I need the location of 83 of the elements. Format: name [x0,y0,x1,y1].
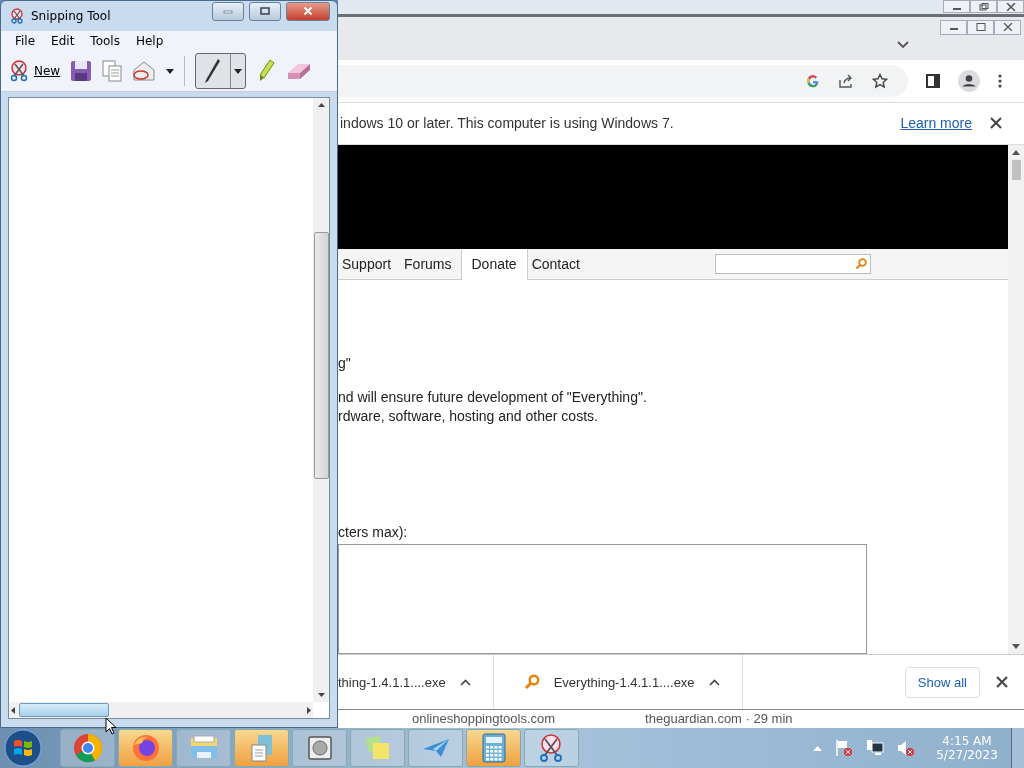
maximize-button[interactable] [249,1,281,21]
maximize-icon [975,23,986,32]
maximize-icon [260,7,270,15]
menu-item[interactable]: File [7,34,44,48]
taskbar-app[interactable] [176,729,231,767]
menu-icon[interactable] [998,73,1002,88]
message-field[interactable] [338,544,867,655]
save-icon[interactable] [70,60,93,82]
search-icon[interactable] [855,257,867,270]
field-label: cters max): [338,524,409,541]
close-icon[interactable] [990,117,1002,130]
scroll-up-icon[interactable] [317,103,325,107]
eraser-icon[interactable] [286,61,313,81]
dropdown-caret-icon[interactable] [166,68,175,74]
infobar-message: indows 10 or later. This computer is using Windows 7. [339,115,674,132]
search-field[interactable] [715,253,871,274]
download-item[interactable]: Everything-1.4.1.1....exe [509,655,743,709]
taskbar-app[interactable] [118,729,173,767]
scroll-right-icon[interactable] [307,706,311,714]
minimize-button[interactable] [212,1,244,21]
close-icon [303,7,313,15]
star-icon[interactable] [872,72,888,89]
network-icon[interactable] [866,739,884,757]
heading-text: g" [338,355,352,374]
dropdown-caret-icon[interactable] [234,68,243,74]
minimize-icon [223,8,233,14]
pen-button[interactable] [195,53,247,89]
window-title: Snipping Tool [31,9,111,23]
nav-tab[interactable]: Contact [527,248,589,280]
start-button[interactable] [4,729,42,767]
google-icon[interactable] [806,73,820,88]
taskbar-app[interactable] [60,729,115,767]
close-button[interactable] [997,0,1024,13]
close-button[interactable] [286,1,330,21]
nav-tab[interactable]: Forums [400,248,461,280]
body-text: rdware, software, hosting and other costs. [338,407,599,427]
scroll-down-icon[interactable] [317,693,325,697]
profile-icon[interactable] [958,69,980,92]
taskbar-app[interactable] [524,729,579,767]
show-all-button[interactable]: Show all [904,666,980,698]
minimize-button[interactable] [940,20,967,35]
close-icon[interactable] [996,676,1008,689]
taskbar-app[interactable] [466,729,521,767]
minimize-button[interactable] [943,0,970,13]
nav-tab[interactable]: Support [338,248,401,280]
learn-more-link[interactable]: Learn more [900,115,972,132]
scroll-up-icon[interactable] [1012,149,1020,155]
close-icon [1002,23,1013,32]
browser-icon [72,733,103,763]
scroll-left-icon[interactable] [11,706,15,714]
nav-tab[interactable]: Donate [460,248,528,281]
scissors-icon [10,8,26,24]
close-button[interactable] [994,20,1021,35]
maximize-button[interactable] [967,20,994,35]
taskbar-app[interactable] [292,729,347,767]
flag-icon[interactable] [835,739,853,757]
restore-button[interactable] [970,0,997,13]
history-text: onlineshoppingtools.com [412,710,556,728]
taskbar-app[interactable] [234,729,289,767]
magnifier-icon [523,674,540,691]
scroll-down-icon[interactable] [1012,644,1020,650]
scroll-thumb[interactable] [1011,159,1021,180]
scrollbar[interactable] [1008,144,1024,655]
chevron-down-icon[interactable] [897,41,909,49]
body-text: nd will ensure future development of "Everything". [338,388,648,408]
menu-item[interactable]: Edit [43,34,83,48]
envelope-icon[interactable] [132,61,157,81]
chevron-up-icon[interactable] [459,678,471,686]
fox-icon [130,733,161,763]
menu-item[interactable]: Help [127,34,172,48]
speaker-icon[interactable] [897,739,915,757]
history-text: theguardian.com · 29 min [645,710,793,728]
show-desktop-button[interactable] [1011,728,1024,768]
chevron-up-icon[interactable] [708,678,720,686]
side-panel-icon[interactable] [926,73,940,88]
new-button[interactable]: New [9,60,61,82]
close-icon [1005,2,1016,11]
scrollbar[interactable] [313,98,329,702]
scrollbar[interactable] [9,702,313,718]
restore-icon [978,2,989,11]
share-icon[interactable] [838,73,854,88]
calculator-icon [481,733,506,763]
menu-item[interactable]: Tools [82,34,128,48]
